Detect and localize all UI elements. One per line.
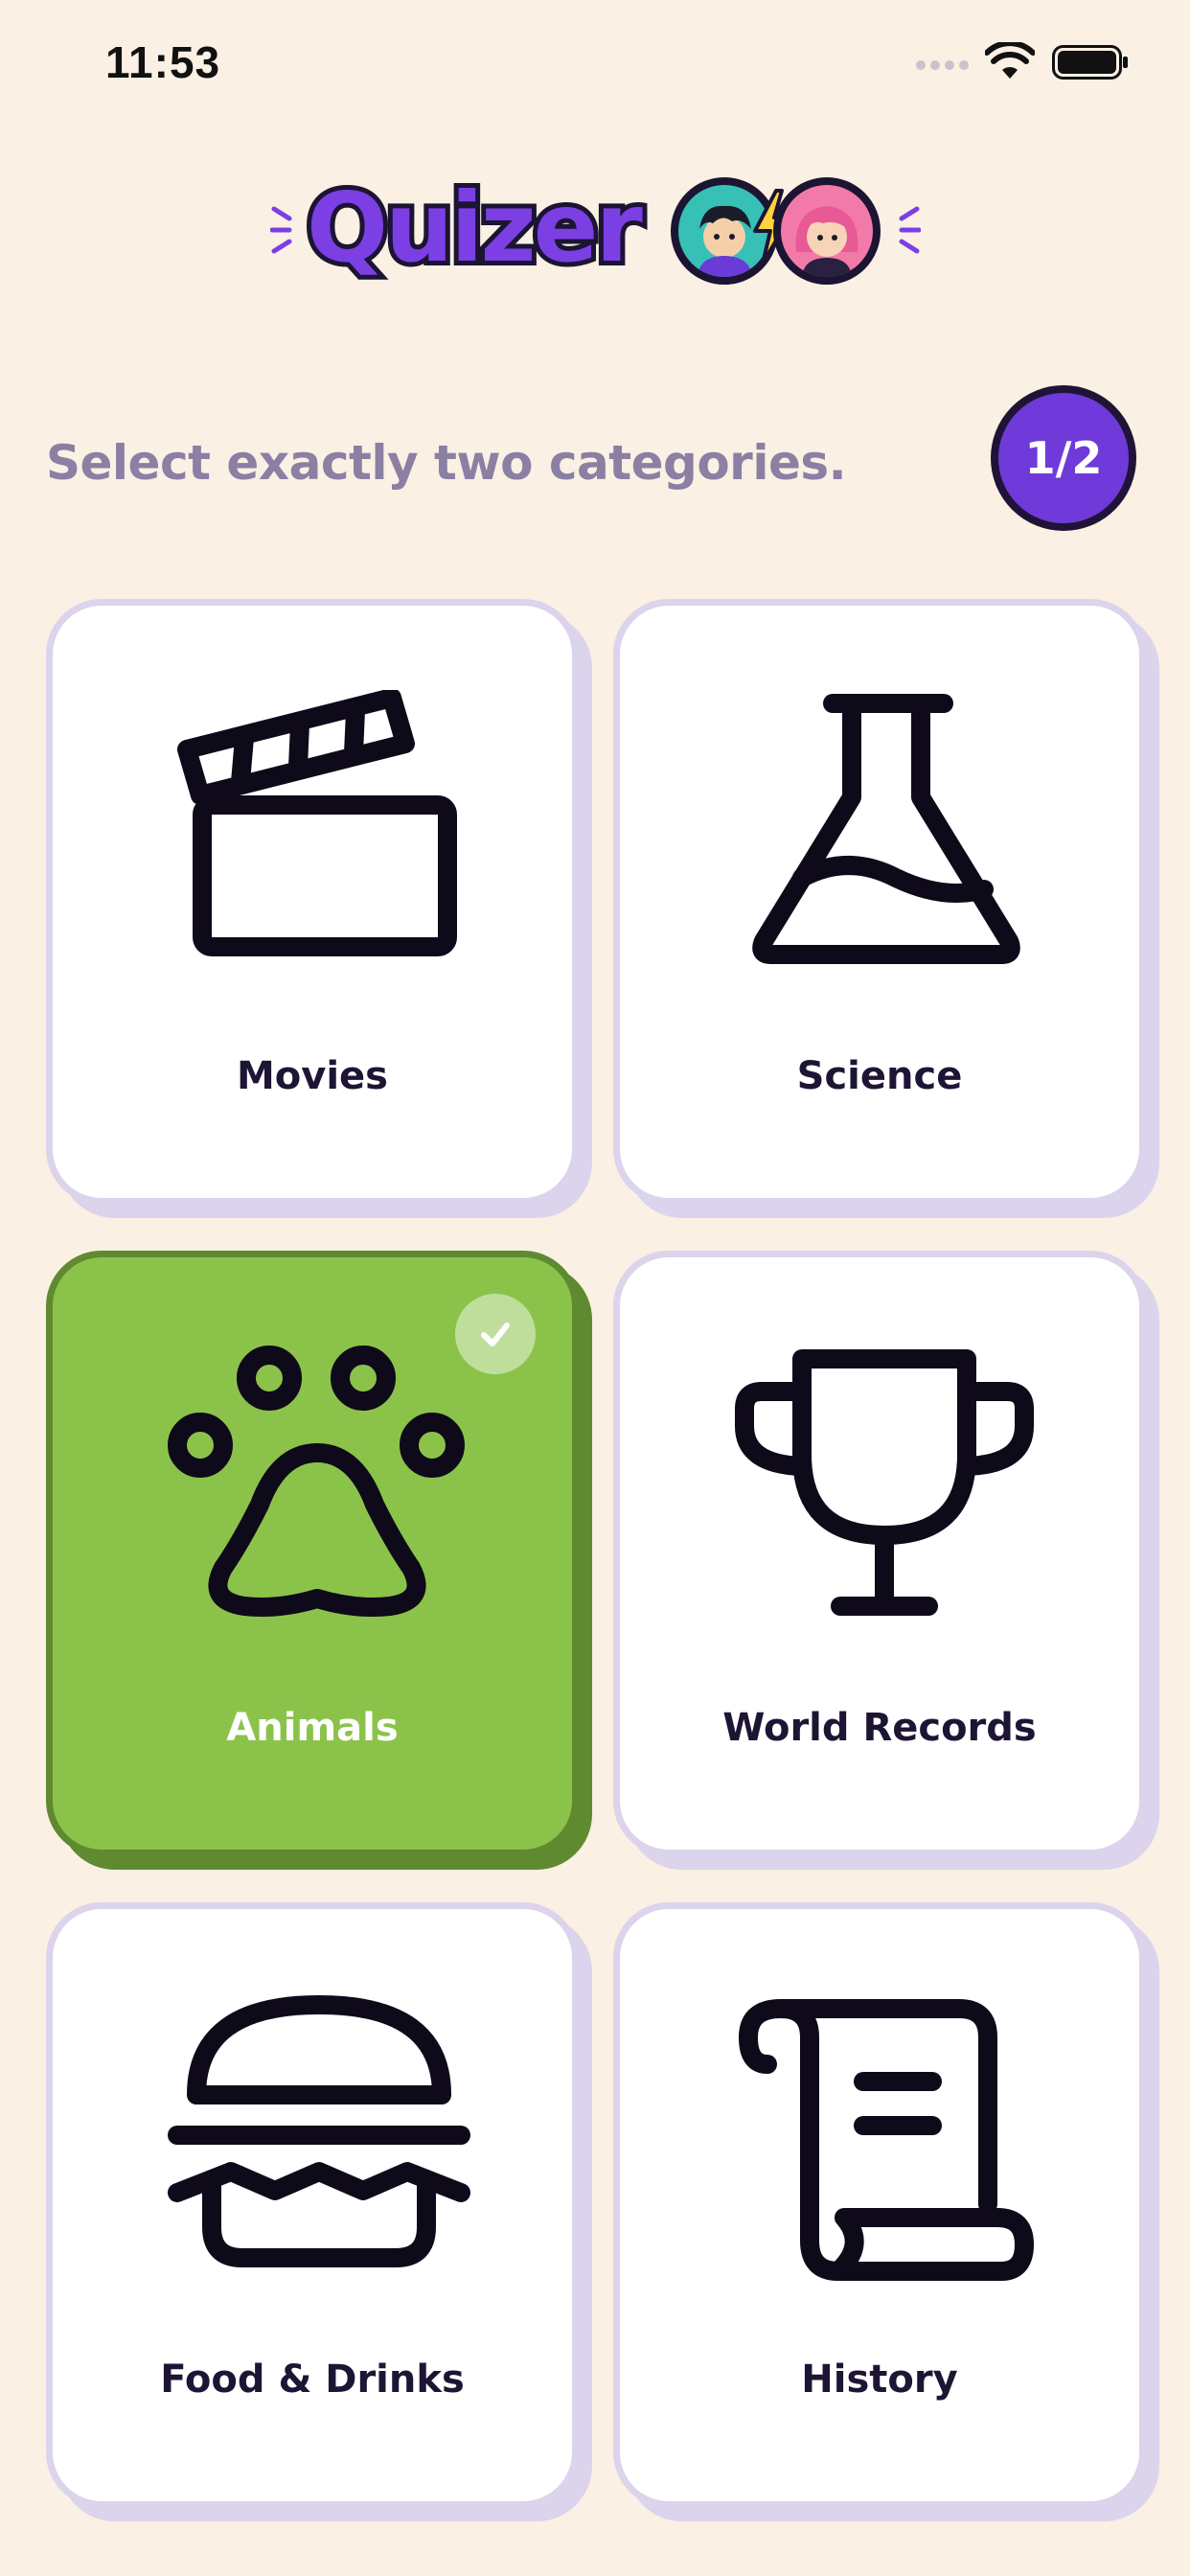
app-logo: Quizer: [270, 168, 921, 297]
cellular-signal-icon: [916, 60, 969, 70]
wifi-icon: [985, 42, 1035, 79]
selection-counter-badge: 1/2: [991, 385, 1136, 531]
category-label: Science: [796, 1054, 963, 1098]
clapperboard-icon: [177, 690, 457, 956]
category-card-movies[interactable]: Movies: [46, 599, 579, 1205]
paw-icon: [168, 1346, 465, 1617]
category-label: Movies: [236, 1054, 388, 1098]
flask-icon: [752, 694, 1020, 964]
sparkle-right-icon: [899, 206, 921, 254]
category-card-world-records[interactable]: World Records: [613, 1251, 1146, 1856]
category-card-food-drinks[interactable]: Food & Drinks: [46, 1902, 579, 2508]
avatar-girl: [773, 177, 881, 285]
status-time: 11:53: [105, 37, 221, 87]
burger-icon: [168, 1995, 470, 2267]
category-card-animals[interactable]: Animals: [46, 1251, 579, 1856]
status-bar: 11:53: [0, 0, 1190, 134]
sparkle-left-icon: [270, 206, 292, 254]
battery-icon: [1052, 45, 1128, 80]
category-label: World Records: [722, 1706, 1037, 1750]
logo-text: Quizer: [302, 171, 648, 286]
category-label: Animals: [226, 1706, 399, 1750]
category-card-science[interactable]: Science: [613, 599, 1146, 1205]
trophy-icon: [735, 1349, 1034, 1616]
category-card-history[interactable]: History: [613, 1902, 1146, 2508]
category-label: History: [801, 2358, 958, 2402]
category-label: Food & Drinks: [160, 2358, 465, 2402]
scroll-icon: [739, 1999, 1034, 2281]
instruction-text: Select exactly two categories.: [46, 435, 847, 491]
